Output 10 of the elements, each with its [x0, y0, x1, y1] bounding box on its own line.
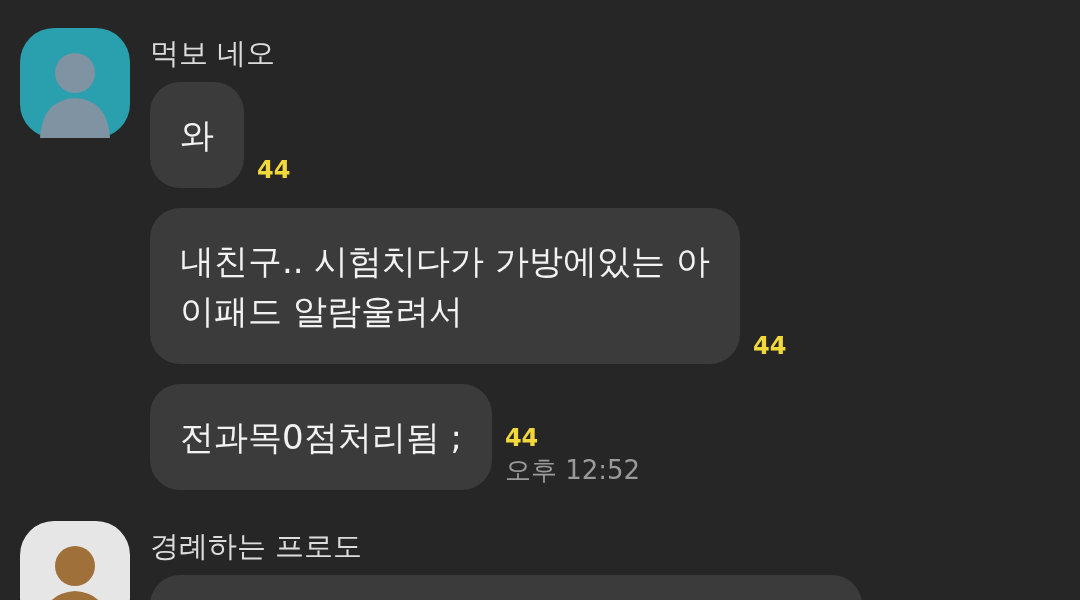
message-text: 와 [180, 114, 214, 157]
message-text: 내친구.. 시험치다가 가방에있는 아 이패드 알람울려서 [180, 240, 711, 333]
sender-name: 먹보 네오 [150, 36, 277, 70]
avatar-icon[interactable] [20, 521, 130, 600]
message-text: 전과목0점처리됨 ; [180, 416, 462, 459]
unread-count: 44 [504, 424, 539, 452]
unread-count: 44 [257, 156, 291, 184]
sender-name: 경례하는 프로도 [150, 529, 364, 563]
message-time: 오후 12:52 [504, 454, 641, 486]
unread-count: 44 [753, 332, 787, 360]
